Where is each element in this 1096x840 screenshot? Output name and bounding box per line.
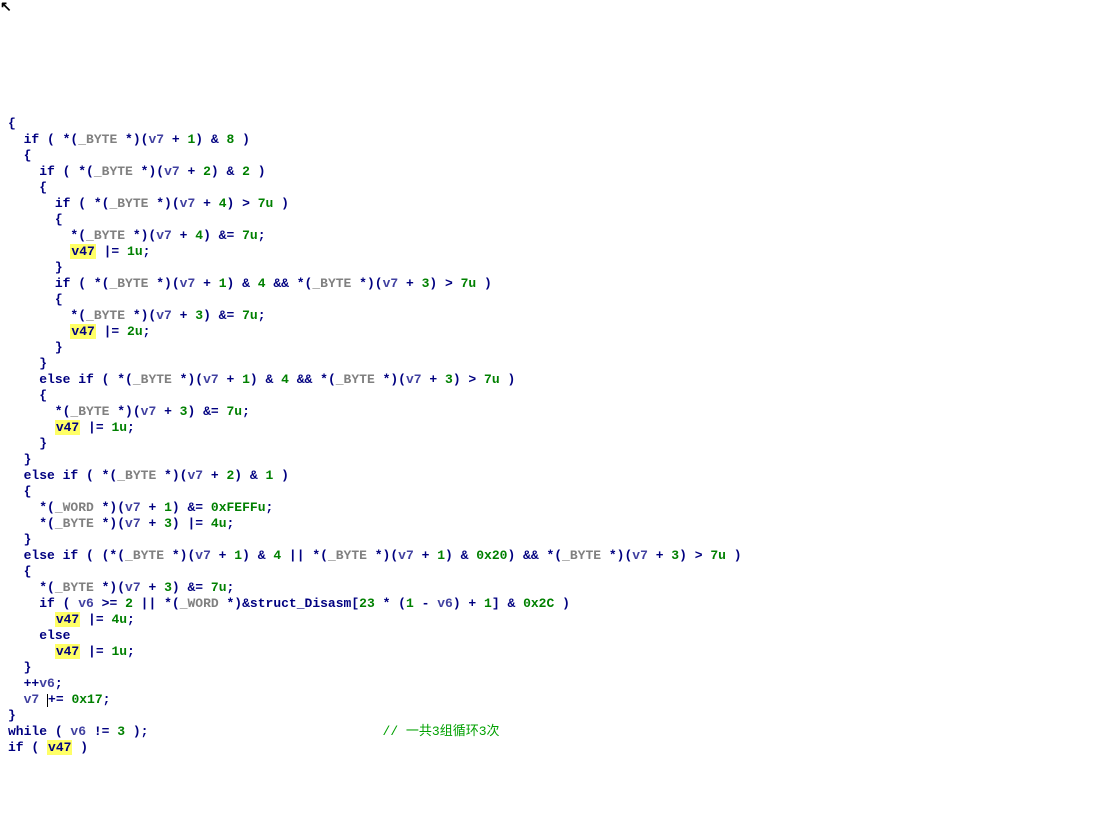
highlighted-var: v47: [55, 644, 80, 659]
code-line: v47 |= 1u;: [8, 244, 150, 259]
code-line: }: [8, 532, 31, 547]
code-line: }: [8, 452, 31, 467]
code-line: {: [8, 388, 47, 403]
code-line: if ( *(_BYTE *)(v7 + 4) > 7u ): [8, 196, 289, 211]
code-line: v47 |= 1u;: [8, 644, 135, 659]
code-line: v7 += 0x17;: [8, 692, 110, 707]
code-line: {: [8, 564, 31, 579]
code-line: *(_BYTE *)(v7 + 3) &= 7u;: [8, 580, 234, 595]
code-line: v47 |= 1u;: [8, 420, 135, 435]
comment: // 一共3组循环3次: [383, 724, 500, 739]
code-line: else: [8, 628, 70, 643]
code-line: *(_WORD *)(v7 + 1) &= 0xFEFFu;: [8, 500, 273, 515]
code-line: *(_BYTE *)(v7 + 3) |= 4u;: [8, 516, 234, 531]
code-line: v47 |= 4u;: [8, 612, 135, 627]
code-line: if ( v47 ): [8, 740, 88, 755]
highlighted-var: v47: [55, 612, 80, 627]
code-line: {: [8, 212, 63, 227]
code-line: {: [8, 484, 31, 499]
code-line: }: [8, 260, 63, 275]
code-line: else if ( *(_BYTE *)(v7 + 2) & 1 ): [8, 468, 289, 483]
code-line: {: [8, 180, 47, 195]
code-line: }: [8, 436, 47, 451]
code-line: *(_BYTE *)(v7 + 3) &= 7u;: [8, 404, 250, 419]
code-line: if ( v6 >= 2 || *(_WORD *)&struct_Disasm…: [8, 596, 570, 611]
code-line: while ( v6 != 3 ); // 一共3组循环3次: [8, 724, 500, 739]
code-line: else if ( (*(_BYTE *)(v7 + 1) & 4 || *(_…: [8, 548, 742, 563]
code-line: v47 |= 2u;: [8, 324, 150, 339]
decompiled-code-view[interactable]: { if ( *(_BYTE *)(v7 + 1) & 8 ) { if ( *…: [0, 96, 1096, 760]
code-line: }: [8, 340, 63, 355]
code-line: if ( *(_BYTE *)(v7 + 1) & 4 && *(_BYTE *…: [8, 276, 492, 291]
code-line: {: [8, 292, 63, 307]
code-line: if ( *(_BYTE *)(v7 + 1) & 8 ): [8, 132, 250, 147]
code-line: }: [8, 708, 16, 723]
highlighted-var: v47: [70, 244, 95, 259]
code-line: else if ( *(_BYTE *)(v7 + 1) & 4 && *(_B…: [8, 372, 515, 387]
code-line: *(_BYTE *)(v7 + 4) &= 7u;: [8, 228, 266, 243]
code-line: }: [8, 660, 31, 675]
highlighted-var: v47: [70, 324, 95, 339]
highlighted-var: v47: [47, 740, 72, 755]
code-line: {: [8, 148, 31, 163]
text-cursor: [47, 694, 48, 707]
highlighted-var: v47: [55, 420, 80, 435]
code-line: ++v6;: [8, 676, 63, 691]
code-line: *(_BYTE *)(v7 + 3) &= 7u;: [8, 308, 266, 323]
code-line: }: [8, 356, 47, 371]
code-line: if ( *(_BYTE *)(v7 + 2) & 2 ): [8, 164, 266, 179]
code-line: {: [8, 116, 16, 131]
mouse-cursor-icon: ↖: [0, 0, 12, 16]
